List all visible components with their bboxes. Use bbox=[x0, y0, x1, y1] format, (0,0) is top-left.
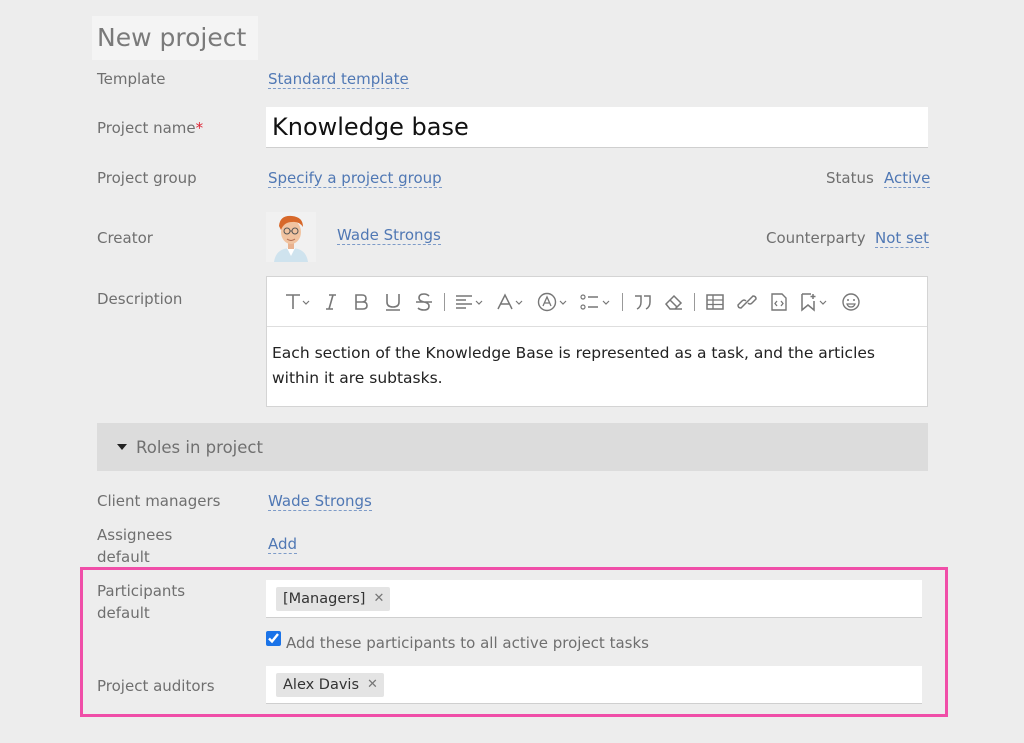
status-link[interactable]: Active bbox=[884, 169, 931, 188]
close-icon[interactable]: ✕ bbox=[367, 673, 378, 697]
roles-section-toggle[interactable]: Roles in project bbox=[97, 423, 928, 471]
align-icon[interactable] bbox=[454, 292, 486, 312]
emoji-icon[interactable] bbox=[840, 292, 862, 312]
close-icon[interactable]: ✕ bbox=[373, 587, 384, 611]
highlight-color-icon[interactable] bbox=[536, 292, 570, 312]
assignees-add-link[interactable]: Add bbox=[268, 535, 298, 554]
creator-label: Creator bbox=[97, 229, 153, 247]
bookmark-icon[interactable] bbox=[799, 292, 831, 312]
project-name-label-text: Project name bbox=[97, 119, 196, 137]
participants-input[interactable]: [Managers] ✕ bbox=[266, 580, 922, 618]
description-editor[interactable]: Each section of the Knowledge Base is re… bbox=[266, 276, 928, 407]
auditor-tag-label: Alex Davis bbox=[283, 676, 360, 693]
caret-down-icon bbox=[117, 444, 127, 450]
toolbar-separator bbox=[444, 292, 445, 311]
creator-link[interactable]: Wade Strongs bbox=[337, 226, 441, 245]
status-label: Status bbox=[826, 169, 874, 187]
eraser-icon[interactable] bbox=[663, 292, 685, 312]
counterparty-label: Counterparty bbox=[766, 229, 866, 247]
assignees-default-label: Assignees default bbox=[97, 526, 173, 566]
text-style-icon[interactable] bbox=[283, 292, 311, 312]
client-managers-label: Client managers bbox=[97, 492, 221, 510]
underline-icon[interactable] bbox=[382, 292, 404, 312]
counterparty-link[interactable]: Not set bbox=[875, 229, 929, 248]
auditor-tag: Alex Davis ✕ bbox=[276, 672, 384, 697]
bold-icon[interactable] bbox=[351, 292, 373, 312]
client-managers-link[interactable]: Wade Strongs bbox=[268, 492, 372, 511]
project-auditors-label: Project auditors bbox=[97, 677, 215, 695]
add-participants-checkbox[interactable] bbox=[266, 631, 281, 646]
list-icon[interactable] bbox=[579, 292, 613, 312]
project-name-input[interactable]: Knowledge base bbox=[266, 107, 928, 148]
creator-avatar[interactable] bbox=[266, 212, 316, 262]
italic-icon[interactable] bbox=[320, 292, 342, 312]
toolbar-separator bbox=[694, 292, 695, 311]
participants-default-label: Participants default bbox=[97, 582, 186, 622]
avatar-illustration bbox=[266, 212, 316, 262]
page-title: New project bbox=[92, 16, 258, 60]
strikethrough-icon[interactable] bbox=[413, 292, 435, 312]
font-color-icon[interactable] bbox=[495, 292, 527, 312]
table-icon[interactable] bbox=[704, 292, 726, 312]
project-group-link[interactable]: Specify a project group bbox=[268, 169, 442, 188]
required-mark: * bbox=[195, 119, 204, 137]
description-text[interactable]: Each section of the Knowledge Base is re… bbox=[267, 327, 927, 391]
auditors-input[interactable]: Alex Davis ✕ bbox=[266, 666, 922, 704]
project-name-label: Project name* bbox=[97, 119, 203, 137]
template-link[interactable]: Standard template bbox=[268, 70, 409, 89]
add-participants-label: Add these participants to all active pro… bbox=[286, 634, 649, 652]
description-label: Description bbox=[97, 290, 183, 308]
editor-toolbar bbox=[267, 277, 927, 327]
code-icon[interactable] bbox=[768, 292, 790, 312]
link-icon[interactable] bbox=[735, 292, 759, 312]
participant-tag: [Managers] ✕ bbox=[276, 586, 391, 611]
quote-icon[interactable] bbox=[632, 292, 654, 312]
toolbar-separator bbox=[622, 292, 623, 311]
roles-section-title: Roles in project bbox=[136, 437, 263, 457]
participant-tag-label: [Managers] bbox=[283, 590, 366, 607]
template-label: Template bbox=[97, 70, 166, 88]
project-group-label: Project group bbox=[97, 169, 197, 187]
